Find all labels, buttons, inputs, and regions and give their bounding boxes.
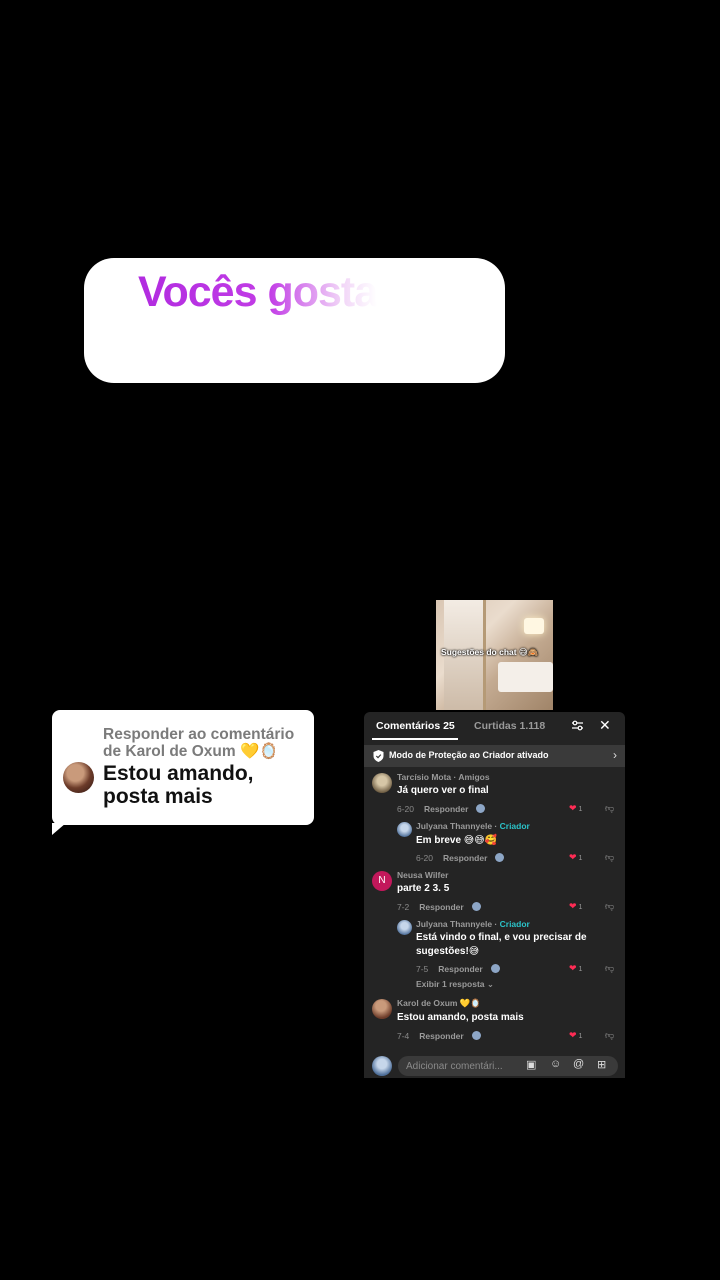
creator-like-avatar — [476, 804, 486, 813]
comment-meta: 6-20 Responder — [397, 804, 486, 814]
dislike-icon[interactable]: 👎︎ — [605, 901, 614, 912]
creator-like-avatar — [495, 853, 505, 862]
like-count: 1 — [578, 966, 583, 973]
tab-comments[interactable]: Comentários 25 — [376, 720, 455, 732]
reply-button[interactable]: Responder — [419, 902, 463, 912]
thumbnail-text: Sugestões do chat 😅🙈 — [441, 647, 539, 657]
reply-body: Estou amando, posta mais — [103, 762, 254, 808]
comment-date: 6-20 — [416, 853, 434, 863]
tab-likes[interactable]: Curtidas 1.118 — [474, 720, 545, 732]
image-icon[interactable]: ▣ — [526, 1058, 536, 1071]
comment-input[interactable]: Adicionar comentári... ▣ ☺ @ ⊞ — [398, 1056, 618, 1076]
caption-text: Vocês gosta — [138, 268, 378, 316]
comment-meta: 6-20 Responder — [416, 853, 505, 863]
like-button[interactable]: ❤ 1 — [569, 803, 582, 814]
comments-panel: Comentários 25 Curtidas 1.118 ✕ Modo de … — [364, 712, 625, 1078]
thumbnail-lamp — [524, 618, 544, 634]
dislike-icon[interactable]: 👎︎ — [605, 852, 614, 863]
comment-meta: 7-5 Responder — [416, 964, 500, 974]
emoji-icon[interactable]: ☺ — [550, 1058, 561, 1070]
comment-date: 6-20 — [397, 804, 415, 814]
comment-input-bar: Adicionar comentári... ▣ ☺ @ ⊞ — [364, 1052, 625, 1078]
comment-meta: 7-2 Responder — [397, 902, 481, 912]
comment-text: parte 2 3. 5 — [397, 883, 450, 894]
author-name: Julyana Thannyele · — [416, 821, 500, 831]
dislike-icon[interactable]: 👎︎ — [605, 803, 614, 814]
panel-tabs: Comentários 25 Curtidas 1.118 ✕ — [364, 712, 625, 740]
gift-icon[interactable]: ⊞ — [597, 1058, 606, 1071]
reply-header: Responder ao comentário de Karol de Oxum… — [103, 726, 295, 760]
comment-date: 7-5 — [416, 964, 429, 974]
creator-like-avatar — [471, 1031, 481, 1040]
like-button[interactable]: ❤ 1 — [569, 1030, 582, 1041]
mention-icon[interactable]: @ — [573, 1058, 584, 1070]
comment-text: Está vindo o final, e vou precisar de su… — [416, 932, 587, 957]
creator-like-avatar — [490, 964, 500, 973]
comment-author[interactable]: Tarcísio Mota · Amigos — [397, 772, 490, 782]
avatar[interactable] — [397, 920, 412, 935]
creator-badge: Criador — [499, 919, 530, 929]
creator-like-avatar — [471, 902, 481, 911]
dislike-icon[interactable]: 👎︎ — [605, 963, 614, 974]
comment-text: Já quero ver o final — [397, 785, 489, 796]
avatar[interactable] — [372, 773, 392, 793]
thumbnail-bed — [498, 662, 553, 692]
author-name: Julyana Thannyele · — [416, 919, 500, 929]
close-icon[interactable]: ✕ — [599, 717, 611, 734]
shield-icon — [373, 750, 384, 762]
comment-date: 7-4 — [397, 1031, 410, 1041]
video-thumbnail[interactable]: Sugestões do chat 😅🙈 — [436, 600, 553, 710]
avatar — [372, 1056, 392, 1076]
comment-text: Em breve 😅😅🥰 — [416, 835, 498, 846]
caption-bubble: Vocês gosta — [84, 258, 505, 383]
view-replies-button[interactable]: Exibir 1 resposta ⌄ — [416, 979, 494, 990]
comment-author[interactable]: Julyana Thannyele · Criador — [416, 821, 530, 831]
avatar[interactable] — [397, 822, 412, 837]
chevron-right-icon: › — [613, 748, 617, 762]
reply-button[interactable]: Responder — [438, 964, 482, 974]
avatar[interactable] — [372, 999, 392, 1019]
comment-author[interactable]: Karol de Oxum 💛🪞 — [397, 998, 481, 1009]
filter-icon[interactable] — [571, 719, 584, 732]
avatar — [63, 762, 94, 793]
tab-underline — [372, 738, 458, 740]
like-button[interactable]: ❤ 1 — [569, 852, 582, 863]
reply-button[interactable]: Responder — [419, 1031, 463, 1041]
comment-meta: 7-4 Responder — [397, 1031, 481, 1041]
comment-input-placeholder: Adicionar comentári... — [406, 1061, 503, 1072]
protection-banner[interactable]: Modo de Proteção ao Criador ativado › — [364, 745, 625, 767]
protection-text: Modo de Proteção ao Criador ativado — [389, 750, 549, 760]
reply-button[interactable]: Responder — [424, 804, 468, 814]
reply-button[interactable]: Responder — [443, 853, 487, 863]
comment-author[interactable]: Julyana Thannyele · Criador — [416, 919, 530, 929]
dislike-icon[interactable]: 👎︎ — [605, 1030, 614, 1041]
comment-date: 7-2 — [397, 902, 410, 912]
like-count: 1 — [578, 904, 583, 911]
comment-text: Estou amando, posta mais — [397, 1012, 524, 1023]
like-button[interactable]: ❤ 1 — [569, 963, 582, 974]
avatar[interactable]: N — [372, 871, 392, 891]
like-count: 1 — [578, 1033, 583, 1040]
comment-author[interactable]: Neusa Wilfer — [397, 870, 448, 880]
reply-sticker: Responder ao comentário de Karol de Oxum… — [52, 710, 314, 835]
like-count: 1 — [578, 806, 583, 813]
creator-badge: Criador — [499, 821, 530, 831]
like-button[interactable]: ❤ 1 — [569, 901, 582, 912]
like-count: 1 — [578, 855, 583, 862]
